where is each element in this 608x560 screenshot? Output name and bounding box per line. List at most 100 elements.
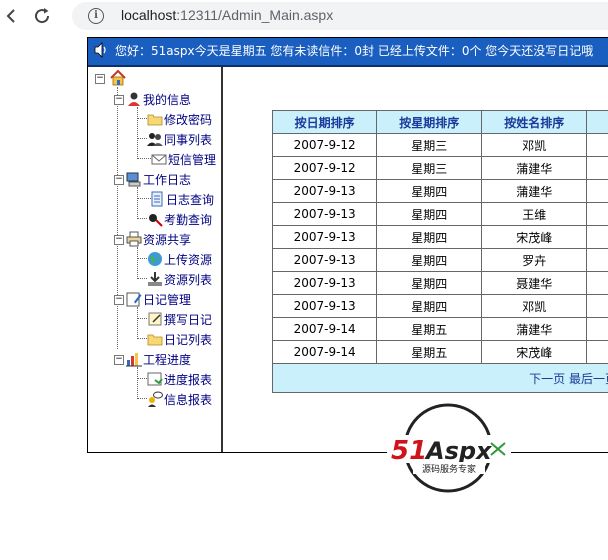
tree-item-resource-list[interactable]: 资源列表 <box>147 270 212 288</box>
51aspx-logo: 51 Aspx 源码服务专家 <box>387 403 511 493</box>
tree-item-label: 同事列表 <box>164 132 213 147</box>
sort-by-name-header[interactable]: 按姓名排序 <box>481 110 588 134</box>
tree-group-label: 我的信息 <box>143 92 192 107</box>
expander-icon-resource-share[interactable]: − <box>114 235 124 245</box>
cell-date: 2007-9-14 <box>271 317 378 341</box>
sort-by-weekday-header[interactable]: 按星期排序 <box>376 110 483 134</box>
tree-item-label: 修改密码 <box>164 112 213 127</box>
tree-item-label: 撰写日记 <box>164 312 213 327</box>
extra-column-header <box>586 110 608 134</box>
tree-item-log-query[interactable]: 日志查询 <box>149 190 214 208</box>
cell-name: 聂建华 <box>481 271 588 295</box>
back-arrow-icon[interactable] <box>0 4 24 28</box>
tree-group-label: 资源共享 <box>143 232 192 247</box>
cell-weekday: 星期四 <box>376 179 483 203</box>
envelope-icon <box>151 154 167 165</box>
cell-date: 2007-9-13 <box>271 271 378 295</box>
cell-extra <box>586 317 608 341</box>
tree-item-label: 信息报表 <box>164 392 213 407</box>
folder-icon <box>147 334 163 346</box>
url-text[interactable]: localhost:12311/Admin_Main.aspx <box>121 7 333 23</box>
cell-extra <box>586 179 608 203</box>
tree-item-write-diary[interactable]: 撰写日记 <box>147 310 212 328</box>
cell-weekday: 星期五 <box>376 317 483 341</box>
table-row: 2007-9-13 星期四 蒲建华 <box>271 179 608 203</box>
tree-group-project-progress[interactable]: 工程进度 <box>126 350 191 368</box>
folder-icon <box>147 114 163 126</box>
browser-toolbar: i localhost:12311/Admin_Main.aspx <box>0 0 608 32</box>
tree-group-my-info[interactable]: 我的信息 <box>126 90 191 108</box>
table-row: 2007-9-14 星期五 蒲建华 <box>271 317 608 341</box>
expander-icon-my-info[interactable]: − <box>114 95 124 105</box>
tree-item-info-report[interactable]: 信息报表 <box>147 390 212 408</box>
table-row: 2007-9-12 星期三 蒲建华 <box>271 156 608 180</box>
download-icon <box>148 272 162 286</box>
cell-weekday: 星期四 <box>376 225 483 249</box>
cell-date: 2007-9-12 <box>271 156 378 180</box>
address-bar[interactable]: i localhost:12311/Admin_Main.aspx <box>72 2 608 30</box>
cell-name: 邓凯 <box>481 133 588 157</box>
expander-icon-work-log[interactable]: − <box>114 175 124 185</box>
cell-name: 罗卉 <box>481 248 588 272</box>
next-page-link[interactable]: 下一页 <box>529 372 565 386</box>
speaker-icon <box>94 42 106 58</box>
cell-extra <box>586 225 608 249</box>
last-page-link[interactable]: 最后一页 <box>569 372 608 386</box>
cell-extra <box>586 294 608 318</box>
reload-icon[interactable] <box>30 4 54 28</box>
tree-item-sms-manage[interactable]: 短信管理 <box>151 150 216 168</box>
tree-item-diary-list[interactable]: 日记列表 <box>147 330 212 348</box>
tree-group-diary-manage[interactable]: 日记管理 <box>126 290 191 308</box>
cell-extra <box>586 248 608 272</box>
site-info-icon[interactable]: i <box>88 8 104 24</box>
cell-weekday: 星期四 <box>376 202 483 226</box>
table-row: 2007-9-14 星期五 宋茂峰 <box>271 340 608 364</box>
document-icon <box>151 191 163 207</box>
pencil-icon <box>126 292 142 307</box>
clipboard-icon <box>149 214 163 227</box>
home-icon[interactable] <box>109 69 127 87</box>
tree-item-change-password[interactable]: 修改密码 <box>147 110 212 128</box>
table-row: 2007-9-13 星期四 罗卉 <box>271 248 608 272</box>
cell-extra <box>586 133 608 157</box>
chat-user-icon <box>148 391 163 407</box>
tree-item-label: 考勤查询 <box>164 212 213 227</box>
report-icon <box>147 372 163 386</box>
cell-name: 蒲建华 <box>481 317 588 341</box>
cell-date: 2007-9-13 <box>271 248 378 272</box>
cell-date: 2007-9-14 <box>271 340 378 364</box>
root-expander-icon[interactable]: − <box>95 74 105 84</box>
tree-item-label: 进度报表 <box>164 372 213 387</box>
tree-item-colleague-list[interactable]: 同事列表 <box>147 130 212 148</box>
tree-group-work-log[interactable]: 工作日志 <box>126 170 191 188</box>
expander-icon-project-progress[interactable]: − <box>114 355 124 365</box>
expander-icon-diary-manage[interactable]: − <box>114 295 124 305</box>
status-text: 您好：51aspx今天是星期五 您有未读信件：0封 已经上传文件：0个 您今天还… <box>115 44 594 58</box>
user-icon <box>128 92 140 106</box>
table-header-row: 按日期排序 按星期排序 按姓名排序 <box>271 110 608 134</box>
sidebar: − − 我的信息 修改密码 同事列表 短信管理 − 工作日志 日志查询 考勤查询… <box>88 67 223 452</box>
tree-group-label: 工程进度 <box>143 352 192 367</box>
cell-name: 邓凯 <box>481 294 588 318</box>
tree-group-label: 工作日志 <box>143 172 192 187</box>
sort-by-date-header[interactable]: 按日期排序 <box>271 110 378 134</box>
tree-group-resource-share[interactable]: 资源共享 <box>126 230 191 248</box>
main-content: 按日期排序 按星期排序 按姓名排序 2007-9-12 星期三 邓凯 2007-9-… <box>223 67 608 452</box>
logo-subtitle: 源码服务专家 <box>422 463 476 475</box>
notepad-icon <box>148 312 162 326</box>
cell-extra <box>586 271 608 295</box>
cell-weekday: 星期四 <box>376 294 483 318</box>
tree-item-progress-report[interactable]: 进度报表 <box>147 370 212 388</box>
people-icon <box>147 133 163 146</box>
url-host: localhost <box>121 7 177 23</box>
pager: 下一页 最后一页 <box>272 363 608 393</box>
tree-item-upload-resource[interactable]: 上传资源 <box>147 250 212 268</box>
tree-item-attendance-query[interactable]: 考勤查询 <box>147 210 212 228</box>
cell-name: 蒲建华 <box>481 179 588 203</box>
svg-text:Aspx: Aspx <box>424 437 493 465</box>
cell-extra <box>586 156 608 180</box>
cell-extra <box>586 202 608 226</box>
cell-weekday: 星期四 <box>376 271 483 295</box>
cell-date: 2007-9-12 <box>271 133 378 157</box>
cell-name: 蒲建华 <box>481 156 588 180</box>
